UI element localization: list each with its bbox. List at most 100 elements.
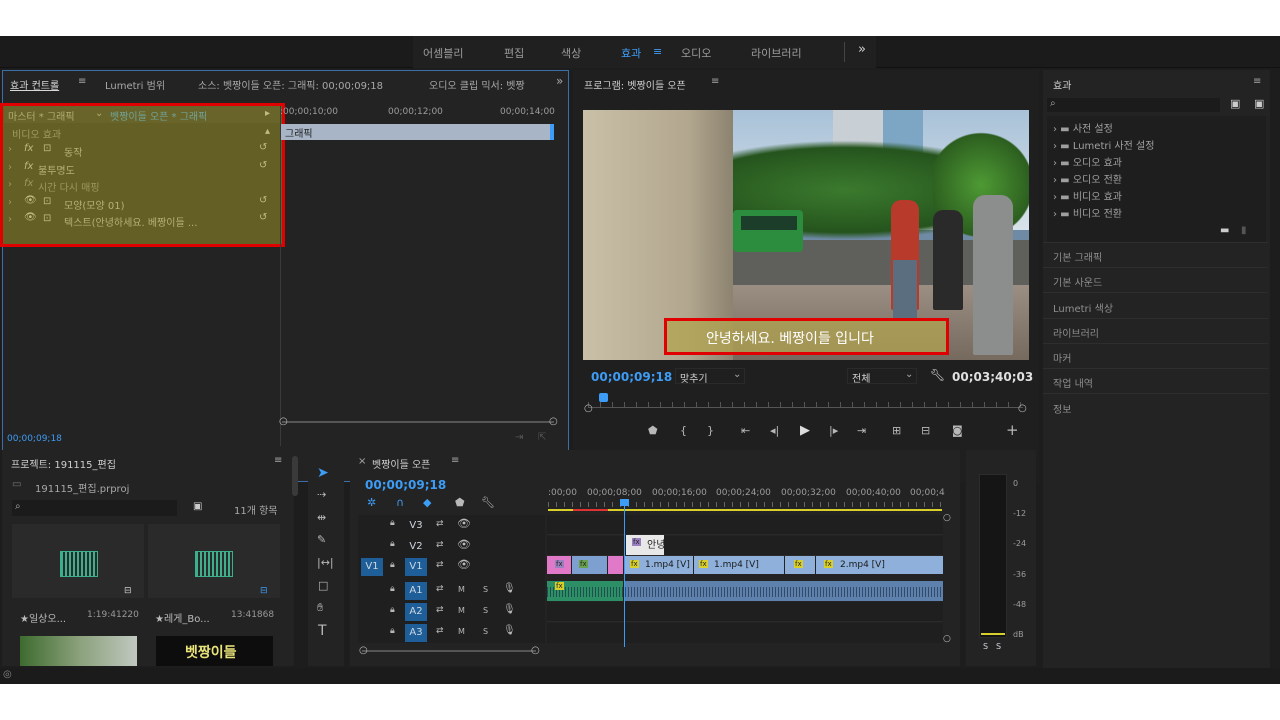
play-icon[interactable]: ▶ — [800, 423, 810, 438]
lock-icon[interactable]: 🔒︎ — [390, 605, 395, 615]
sync-lock-icon[interactable]: ⇄ — [436, 540, 444, 550]
workspace-tab-edit[interactable]: 편집 — [504, 45, 524, 61]
marker-icon[interactable]: ⬟ — [648, 424, 658, 437]
panel-lumetri-color[interactable]: Lumetri 색상 — [1053, 300, 1113, 315]
scroll-handle-icon[interactable]: ○ — [943, 634, 951, 644]
effects-item-audio-transitions[interactable]: › ▬ 오디오 전환 — [1053, 171, 1122, 186]
trash-icon[interactable]: ▮ — [1241, 225, 1247, 236]
hand-icon[interactable]: ✋︎ — [317, 601, 323, 615]
project-thumb-video[interactable] — [20, 636, 137, 666]
panel-history[interactable]: 작업 내역 — [1053, 375, 1093, 390]
sync-lock-icon[interactable]: ⇄ — [436, 560, 444, 570]
lift-icon[interactable]: ⊞ — [892, 424, 901, 437]
solo-icon[interactable]: S — [483, 606, 488, 615]
workspace-tab-audio[interactable]: 오디오 — [681, 45, 711, 61]
slip-icon[interactable]: |↔| — [317, 556, 334, 569]
source-patch-v1[interactable]: V1 — [361, 558, 383, 576]
status-icon[interactable]: ◎ — [3, 669, 12, 680]
camera-icon[interactable]: ◙ — [952, 424, 963, 437]
new-preset-icon[interactable]: ▣ — [1254, 97, 1264, 110]
scroll-handle-icon[interactable]: ○ — [549, 416, 558, 427]
effects-item-audio-effects[interactable]: › ▬ 오디오 효과 — [1053, 154, 1122, 169]
mute-icon[interactable]: M — [458, 606, 465, 615]
timeline-timecode[interactable]: 00;00;09;18 — [365, 478, 446, 492]
meter-solo-left[interactable]: S — [980, 638, 991, 656]
mute-icon[interactable]: M — [458, 585, 465, 594]
wrench-icon[interactable]: 🔧︎ — [930, 368, 945, 382]
eye-icon[interactable]: 👁︎ — [457, 517, 471, 530]
v1-clip-3[interactable]: 2.mp4 [V] — [816, 556, 943, 574]
panel-menu-icon[interactable]: ≡ — [1253, 76, 1261, 87]
sync-lock-icon[interactable]: ⇄ — [436, 584, 444, 594]
linked-selection-icon[interactable]: ∩ — [396, 496, 404, 509]
ec-playhead-handle[interactable] — [550, 124, 554, 140]
wrench-icon[interactable]: 🔧︎ — [481, 496, 495, 509]
ec-timecode[interactable]: 00;00;09;18 — [7, 434, 62, 444]
workspace-more-icon[interactable]: » — [858, 42, 866, 57]
ec-divider[interactable] — [280, 106, 281, 446]
folder-icon[interactable]: ▬ — [1220, 225, 1229, 236]
mute-icon[interactable]: M — [458, 627, 465, 636]
ec-clip-bar[interactable] — [281, 124, 554, 140]
track-a2[interactable]: A2 — [405, 603, 427, 621]
extract-icon[interactable]: ⊟ — [921, 424, 930, 437]
panel-essential-graphics[interactable]: 기본 그래픽 — [1053, 249, 1102, 264]
effects-item-video-transitions[interactable]: › ▬ 비디오 전환 — [1053, 205, 1122, 220]
workspace-tab-color[interactable]: 색상 — [561, 45, 581, 61]
selection-tool-icon[interactable]: ➤ — [317, 465, 329, 481]
sync-lock-icon[interactable]: ⇄ — [436, 605, 444, 615]
track-a1[interactable]: A1 — [405, 582, 427, 600]
tab-effect-controls[interactable]: 효과 컨트롤 — [10, 77, 59, 92]
scroll-handle-icon[interactable]: ○ — [943, 513, 951, 523]
go-to-in-icon[interactable]: ⇤ — [741, 424, 750, 437]
project-search-input[interactable] — [12, 500, 177, 516]
mic-icon[interactable]: 🎙︎ — [503, 583, 516, 594]
lock-icon[interactable]: 🔒︎ — [390, 560, 395, 570]
effects-item-video-effects[interactable]: › ▬ 비디오 효과 — [1053, 188, 1122, 203]
eye-icon[interactable]: 👁︎ — [457, 558, 471, 571]
meter-solo-right[interactable]: S — [993, 638, 1004, 656]
export-icon[interactable]: ⇥ — [515, 432, 523, 443]
timeline-playhead-handle[interactable] — [620, 499, 629, 506]
effects-item-presets[interactable]: › ▬ 사전 설정 — [1053, 120, 1113, 135]
panel-libraries[interactable]: 라이브러리 — [1053, 325, 1099, 340]
track-v1[interactable]: V1 — [405, 558, 427, 576]
mark-out-icon[interactable]: } — [707, 424, 714, 437]
effects-item-lumetri-presets[interactable]: › ▬ Lumetri 사전 설정 — [1053, 137, 1154, 152]
tab-source[interactable]: 소스: 벳짱이들 오픈: 그래픽: 00;00;09;18 — [198, 77, 383, 92]
add-marker-icon[interactable]: ⬟ — [455, 496, 465, 509]
track-select-icon[interactable]: ⇢ — [317, 488, 326, 501]
panel-menu-icon[interactable]: ≡ — [451, 455, 459, 466]
new-bin-icon[interactable]: ▣ — [1230, 97, 1240, 110]
sync-lock-icon[interactable]: ⇄ — [436, 519, 444, 529]
track-a3[interactable]: A3 — [405, 624, 427, 642]
solo-icon[interactable]: S — [483, 627, 488, 636]
new-search-bin-icon[interactable]: ▣ — [193, 501, 202, 512]
panel-info[interactable]: 정보 — [1053, 401, 1071, 416]
workspace-tab-effects[interactable]: 효과 — [621, 45, 641, 61]
close-icon[interactable]: × — [358, 456, 366, 467]
workspace-tab-assembly[interactable]: 어셈블리 — [423, 45, 463, 61]
ripple-edit-icon[interactable]: ⇹ — [317, 511, 326, 524]
go-to-out-icon[interactable]: ⇥ — [857, 424, 866, 437]
program-playhead[interactable] — [599, 393, 608, 402]
timeline-playhead[interactable] — [624, 502, 625, 647]
panel-markers[interactable]: 마커 — [1053, 350, 1071, 365]
track-v3[interactable]: V3 — [405, 517, 427, 535]
lock-icon[interactable]: 🔒︎ — [390, 539, 395, 549]
scroll-handle-icon[interactable]: ○ — [584, 403, 593, 414]
mic-icon[interactable]: 🎙︎ — [503, 625, 516, 636]
workspace-menu-icon[interactable]: ≡ — [653, 45, 662, 58]
markers-icon[interactable]: ◆ — [423, 496, 431, 509]
lock-icon[interactable]: 🔒︎ — [390, 518, 395, 528]
razor-icon[interactable]: ✎ — [317, 533, 326, 546]
panel-overflow-icon[interactable]: » — [556, 74, 563, 88]
program-timecode[interactable]: 00;00;09;18 — [591, 370, 672, 384]
scroll-handle-icon[interactable]: ○ — [359, 645, 368, 656]
ec-scrollbar[interactable] — [282, 421, 554, 423]
program-scrubber[interactable] — [588, 407, 1023, 408]
type-tool-icon[interactable]: T — [318, 623, 327, 639]
mic-icon[interactable]: 🎙︎ — [503, 604, 516, 615]
add-button-icon[interactable]: + — [1006, 421, 1019, 439]
mark-in-icon[interactable]: { — [680, 424, 687, 437]
